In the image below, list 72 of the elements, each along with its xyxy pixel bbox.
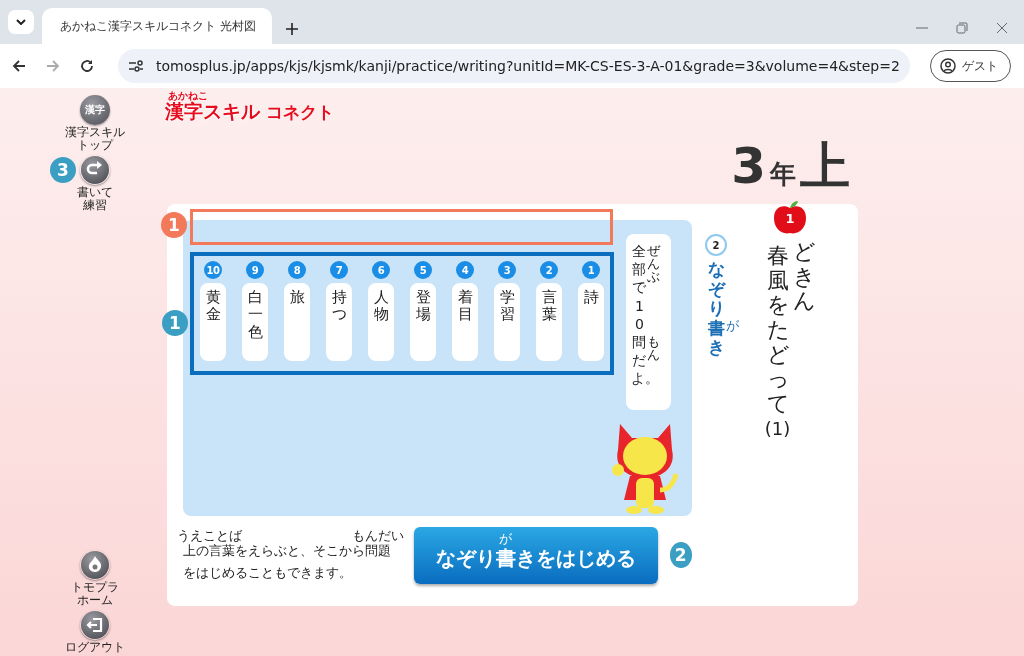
word-card[interactable]: 詩: [578, 283, 604, 361]
person-icon: [939, 58, 956, 74]
furigana: が: [725, 318, 738, 332]
new-tab-button[interactable]: [286, 23, 298, 35]
lesson-part: (1): [764, 418, 791, 440]
number-badge: 6: [372, 261, 390, 279]
chevron-down-icon: [16, 19, 26, 25]
furigana: うえ: [176, 529, 203, 542]
lesson-title-line: どきん: [793, 240, 816, 316]
tune-icon[interactable]: [128, 60, 144, 72]
tab-list-button[interactable]: [8, 10, 34, 34]
callout-marker: 1: [162, 310, 188, 336]
number-badge: 1: [582, 261, 600, 279]
number-badge: 2: [540, 261, 558, 279]
number-badge: 7: [330, 261, 348, 279]
profile-button[interactable]: ゲスト: [929, 50, 1011, 82]
note-text: 全部 で10 問 だよ。: [631, 242, 648, 388]
number-badge: 3: [498, 261, 516, 279]
step-marker: 3: [50, 157, 76, 184]
reload-icon: [80, 59, 94, 73]
grade-unit: 年: [770, 158, 796, 191]
lesson-number: 1: [784, 211, 796, 226]
volume-label: 上: [800, 141, 850, 191]
word-card[interactable]: 着目: [452, 283, 478, 361]
hint-text: 上の言葉をえらぶと、そこから 問題 をはじめることもできます。: [183, 543, 392, 582]
furigana: もんだい: [352, 529, 404, 542]
word-card[interactable]: 人物: [368, 283, 394, 361]
tab-title: あかねこ漢字スキルコネクト 光村図: [60, 17, 256, 35]
step-number: 2: [705, 234, 727, 256]
restore-icon[interactable]: [956, 22, 968, 34]
number-badge: 10: [204, 261, 222, 279]
word-card[interactable]: 旅: [284, 283, 310, 361]
browser-tab[interactable]: あかねこ漢字スキルコネクト 光村図: [42, 8, 272, 44]
number-badge: 4: [456, 261, 474, 279]
furigana: もん: [647, 334, 660, 362]
step-label: なぞり 書 き: [707, 260, 725, 358]
furigana: ぜんぶ: [647, 244, 660, 284]
grade-number: 3: [731, 141, 766, 191]
word-card[interactable]: 持つ: [326, 283, 352, 361]
nav-label[interactable]: トモプラ ホーム: [71, 581, 119, 607]
address-bar[interactable]: tomosplus.jp/apps/kjs/kjsmk/kanji/practice/writing?unitId=MK-CS-ES-3-A-01&grade=3&volume=4&step=2: [118, 49, 910, 83]
home-logo-icon[interactable]: [80, 550, 110, 581]
word-card[interactable]: 登場: [410, 283, 436, 361]
redo-arrow-icon[interactable]: [80, 155, 110, 186]
word-card[interactable]: 黄金: [200, 283, 226, 361]
kanji-icon[interactable]: 漢字: [80, 95, 110, 125]
plus-icon: [286, 23, 298, 35]
nav-label[interactable]: ログアウト: [65, 641, 125, 654]
logout-icon[interactable]: [80, 610, 110, 641]
logo-subtitle: コネクト: [266, 101, 334, 122]
apple-icon: [771, 198, 809, 236]
furigana: が: [499, 531, 513, 545]
logo-title: 漢字スキル: [165, 101, 260, 122]
number-badge: 8: [288, 261, 306, 279]
reload-button[interactable]: [80, 59, 94, 73]
nav-label[interactable]: 書いて 練習: [77, 186, 113, 212]
callout-marker: 1: [161, 212, 187, 238]
word-card[interactable]: 学習: [494, 283, 520, 361]
word-card[interactable]: 白一色: [242, 283, 268, 361]
url-text: tomosplus.jp/apps/kjs/kjsmk/kanji/practice/writing?unitId=MK-CS-ES-3-A-01&grade=3&volume=4&step=2: [156, 58, 900, 74]
number-badge: 5: [414, 261, 432, 279]
word-card[interactable]: 言葉: [536, 283, 562, 361]
lesson-title-line: 春風をたどって: [766, 244, 789, 417]
forward-arrow-icon: [46, 59, 60, 73]
back-button[interactable]: [12, 59, 26, 73]
logo-caption: あかねこ: [168, 91, 209, 101]
number-badge: 9: [246, 261, 264, 279]
back-arrow-icon: [12, 59, 26, 73]
furigana: ことば: [202, 529, 242, 542]
callout-marker: 2: [669, 542, 692, 568]
nav-label[interactable]: 漢字スキル トップ: [65, 126, 125, 152]
close-icon[interactable]: [996, 22, 1008, 34]
